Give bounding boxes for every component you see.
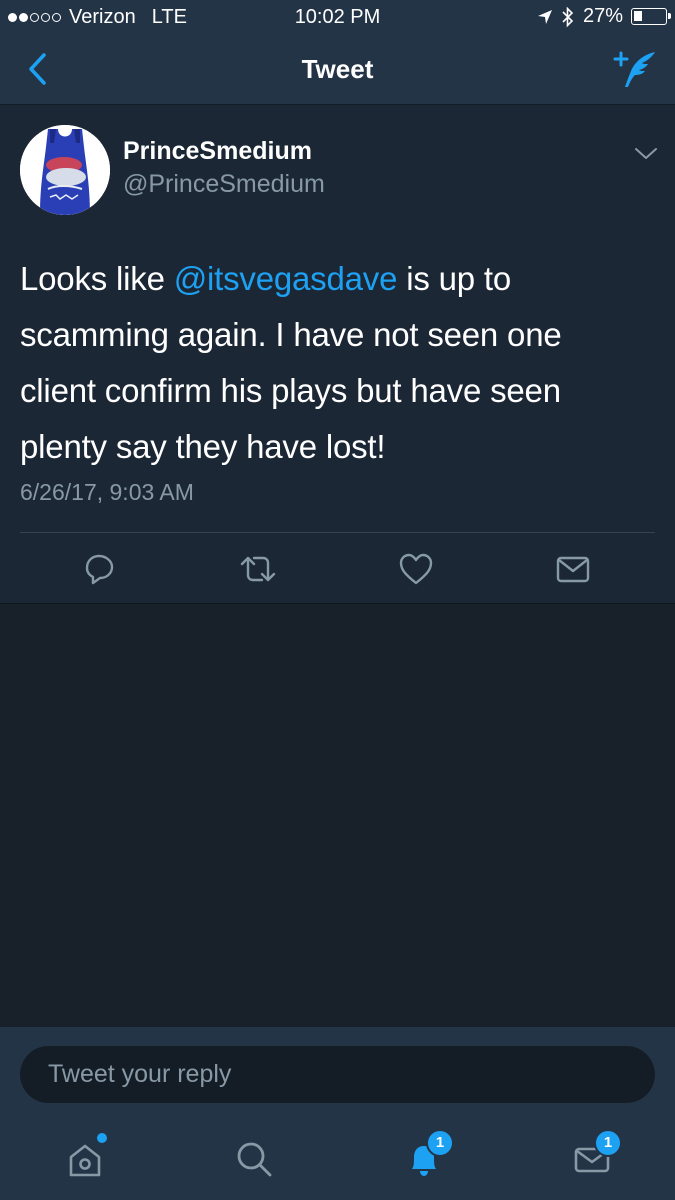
search-icon xyxy=(237,1142,272,1177)
tweet-detail: PrinceSmedium @PrinceSmedium Looks like … xyxy=(0,105,675,604)
signal-strength-icon xyxy=(8,13,61,22)
status-icons: 27% xyxy=(537,5,671,28)
tab-search[interactable] xyxy=(230,1135,278,1183)
network-type: LTE xyxy=(151,6,187,28)
user-handle[interactable]: @PrinceSmedium xyxy=(123,170,325,199)
reply-bar xyxy=(0,1027,675,1121)
back-chevron-icon[interactable] xyxy=(22,49,58,89)
carrier-name: Verizon xyxy=(69,6,136,28)
avatar[interactable] xyxy=(20,125,110,215)
tab-messages[interactable]: 1 xyxy=(568,1129,622,1183)
home-new-content-dot xyxy=(97,1133,107,1143)
navigation-bar: Tweet xyxy=(0,34,675,105)
messages-badge: 1 xyxy=(594,1129,622,1157)
notifications-badge: 1 xyxy=(426,1129,454,1157)
like-icon[interactable] xyxy=(396,549,436,589)
battery-percentage: 27% xyxy=(582,5,623,27)
chevron-down-icon[interactable] xyxy=(631,141,661,165)
compose-tweet-icon[interactable] xyxy=(611,47,659,91)
carrier-info: Verizon LTE xyxy=(8,6,187,29)
tab-notifications[interactable]: 1 xyxy=(400,1129,454,1183)
tweet-timestamp: 6/26/17, 9:03 AM xyxy=(20,479,194,505)
status-bar: Verizon LTE 10:02 PM 27% xyxy=(0,0,675,34)
page-title: Tweet xyxy=(301,54,374,84)
empty-replies-area xyxy=(0,604,675,1026)
display-name[interactable]: PrinceSmedium xyxy=(123,137,312,166)
divider xyxy=(20,532,655,533)
location-arrow-icon xyxy=(537,9,552,24)
reply-input[interactable] xyxy=(20,1046,655,1103)
tab-bar: 1 1 xyxy=(0,1121,675,1200)
tweet-text: Looks like @itsvegasdave is up to scammi… xyxy=(20,251,640,475)
bluetooth-icon xyxy=(562,6,574,27)
tab-home[interactable] xyxy=(61,1133,109,1183)
battery-icon xyxy=(631,8,671,25)
direct-message-icon[interactable] xyxy=(553,549,593,589)
reply-icon[interactable] xyxy=(79,549,119,589)
mention-link[interactable]: @itsvegasdave xyxy=(174,260,398,297)
tank-top-avatar-image xyxy=(20,125,110,215)
tweet-text-before: Looks like xyxy=(20,260,174,297)
retweet-icon[interactable] xyxy=(238,549,278,589)
